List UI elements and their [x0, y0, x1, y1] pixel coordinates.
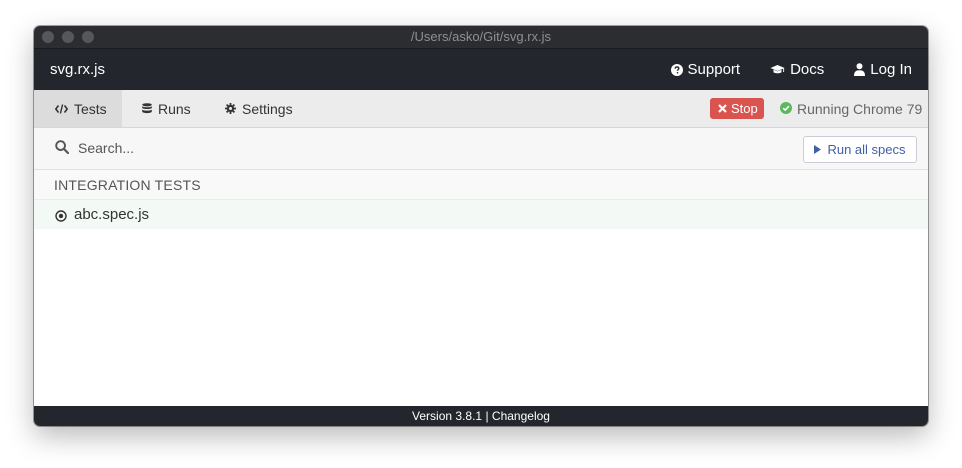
support-label: Support	[687, 61, 741, 78]
spec-file-name: abc.spec.js	[74, 206, 150, 223]
project-name: svg.rx.js	[50, 61, 106, 78]
spec-file-row[interactable]: abc.spec.js	[34, 200, 928, 229]
tab-settings-label: Settings	[242, 100, 293, 117]
tab-tests[interactable]: Tests	[34, 90, 122, 127]
question-circle-icon	[670, 63, 683, 76]
docs-label: Docs	[790, 61, 825, 78]
play-icon	[814, 142, 822, 157]
support-link[interactable]: Support	[670, 61, 741, 78]
search-input[interactable]	[78, 137, 578, 159]
tab-runs[interactable]: Runs	[142, 90, 191, 127]
tab-runs-label: Runs	[158, 100, 191, 117]
run-all-specs-label: Run all specs	[827, 142, 906, 157]
version-label[interactable]: Version 3.8.1	[412, 409, 482, 423]
dot-circle-icon	[55, 209, 67, 227]
window-title: /Users/asko/Git/svg.rx.js	[410, 29, 552, 44]
login-link[interactable]: Log In	[854, 61, 912, 78]
user-icon	[854, 63, 866, 76]
check-circle-icon	[780, 101, 792, 117]
footer-separator: |	[485, 409, 489, 423]
graduation-cap-icon	[770, 64, 785, 75]
stop-button[interactable]: Stop	[710, 98, 764, 119]
nav-links: Support Docs Log In	[670, 61, 912, 78]
tab-settings[interactable]: Settings	[225, 90, 293, 127]
code-icon	[54, 101, 69, 117]
search-bar: Run all specs	[34, 128, 928, 170]
login-label: Log In	[870, 61, 912, 78]
window-titlebar: /Users/asko/Git/svg.rx.js	[34, 26, 928, 49]
tab-tests-label: Tests	[74, 100, 107, 117]
stop-label: Stop	[731, 101, 758, 116]
section-title: INTEGRATION TESTS	[54, 177, 201, 193]
database-icon	[142, 101, 152, 117]
search-icon	[55, 140, 70, 159]
tab-bar: Tests Runs Settings Stop Running Chrome …	[34, 90, 928, 128]
browser-status[interactable]: Running Chrome 79	[780, 101, 922, 117]
app-window: /Users/asko/Git/svg.rx.js svg.rx.js Supp…	[34, 26, 928, 426]
gear-icon	[225, 101, 236, 117]
changelog-link[interactable]: Changelog	[492, 409, 550, 423]
close-icon	[718, 101, 727, 116]
browser-status-label: Running Chrome 79	[797, 101, 923, 117]
run-all-specs-button[interactable]: Run all specs	[803, 136, 917, 163]
footer: Version 3.8.1 | Changelog	[34, 406, 928, 426]
integration-tests-header[interactable]: INTEGRATION TESTS	[34, 170, 928, 200]
top-navbar: svg.rx.js Support Docs Log In	[34, 49, 928, 90]
docs-link[interactable]: Docs	[770, 61, 824, 78]
